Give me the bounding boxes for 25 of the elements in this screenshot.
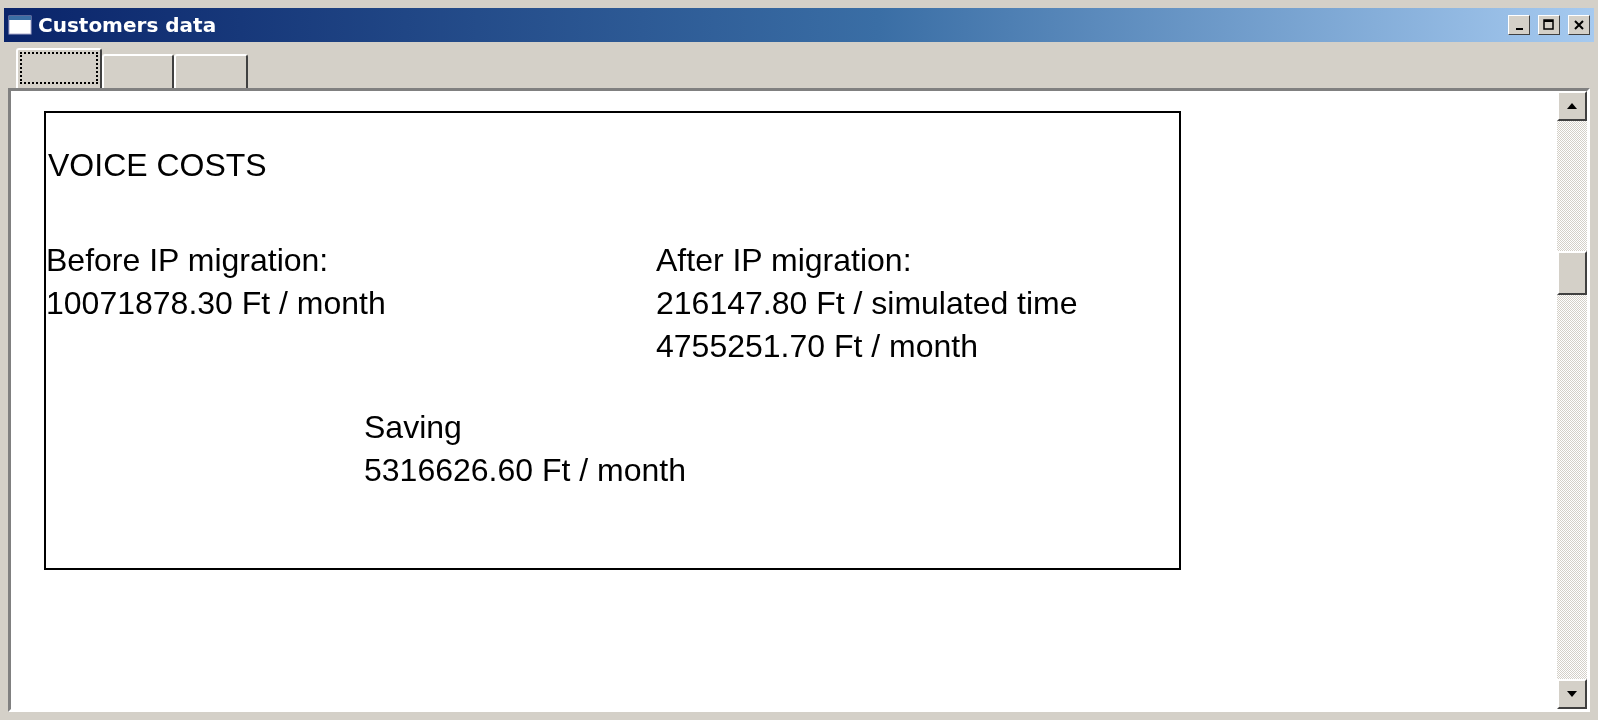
cost-value: 10071878.30 Ft / month <box>46 285 387 322</box>
cost-value: 4755251.70 Ft / month <box>656 328 979 365</box>
maximize-button[interactable] <box>1538 15 1560 35</box>
tab[interactable] <box>16 48 102 88</box>
tab[interactable] <box>102 54 174 88</box>
minimize-button[interactable] <box>1508 15 1530 35</box>
scroll-down-button[interactable] <box>1557 679 1587 709</box>
window-title: Customers data <box>38 13 218 37</box>
down-arrow-icon <box>1567 691 1577 697</box>
maximize-icon <box>1543 19 1555 31</box>
up-arrow-icon <box>1567 103 1577 109</box>
scrollbar[interactable] <box>1557 91 1587 709</box>
cost-value: 216147.80 Ft / simulated time <box>656 285 1079 322</box>
cost-label: Before IP migration: <box>46 242 330 279</box>
close-icon <box>1574 20 1584 30</box>
scroll-up-button[interactable] <box>1557 91 1587 121</box>
report-title: VOICE COSTS <box>48 147 268 184</box>
cost-label: Saving <box>364 409 463 446</box>
scroll-thumb[interactable] <box>1557 251 1587 295</box>
tab[interactable] <box>174 54 248 88</box>
window-icon <box>8 15 32 35</box>
minimize-icon <box>1515 28 1523 30</box>
cost-value: 5316626.60 Ft / month <box>364 452 687 489</box>
cost-label: After IP migration: <box>656 242 913 279</box>
close-button[interactable] <box>1568 15 1590 35</box>
